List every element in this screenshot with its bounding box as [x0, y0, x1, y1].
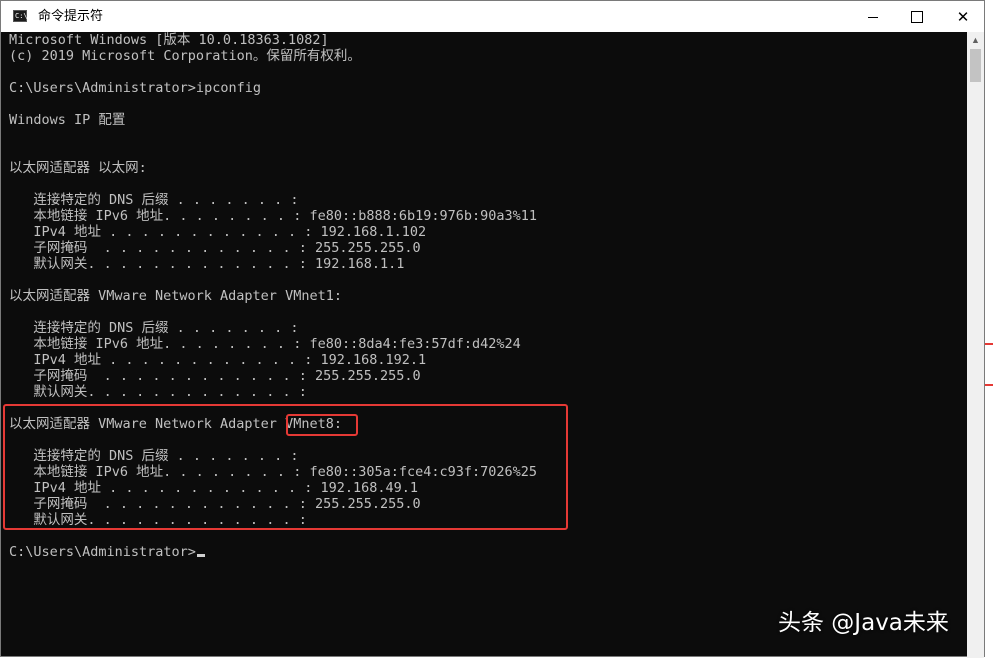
minimize-button[interactable]: [850, 1, 896, 32]
red-marker: [985, 384, 993, 386]
console-line: 子网掩码 . . . . . . . . . . . . : 255.255.2…: [9, 368, 421, 384]
console-output[interactable]: Microsoft Windows [版本 10.0.18363.1082] (…: [1, 32, 967, 658]
prompt-text: C:\Users\Administrator>: [9, 544, 196, 560]
command-prompt-window: C:\ 命令提示符 ✕ Microsoft Windows [版本 10.0.1…: [0, 0, 985, 658]
console-line: IPv4 地址 . . . . . . . . . . . . : 192.16…: [9, 224, 427, 240]
vertical-scrollbar[interactable]: ▲: [967, 32, 984, 658]
console-line: C:\Users\Administrator>ipconfig: [9, 80, 261, 96]
vmnet8-name-highlight: [286, 414, 358, 436]
console-line: 连接特定的 DNS 后缀 . . . . . . . :: [9, 192, 299, 208]
console-line: 子网掩码 . . . . . . . . . . . . : 255.255.2…: [9, 240, 421, 256]
scroll-thumb[interactable]: [970, 49, 981, 82]
console-line: 本地链接 IPv6 地址. . . . . . . . : fe80::b888…: [9, 208, 538, 224]
window-title: 命令提示符: [38, 9, 104, 24]
console-line: 本地链接 IPv6 地址. . . . . . . . : fe80::8da4…: [9, 336, 521, 352]
close-icon: ✕: [956, 7, 970, 26]
maximize-button[interactable]: [894, 1, 940, 32]
red-marker: [985, 343, 993, 345]
console-line: 以太网适配器 VMware Network Adapter VMnet1:: [9, 288, 342, 304]
console-line: 连接特定的 DNS 后缀 . . . . . . . :: [9, 320, 299, 336]
text-cursor: [196, 554, 205, 557]
console-line: 默认网关. . . . . . . . . . . . . :: [9, 384, 307, 400]
console-line: (c) 2019 Microsoft Corporation。保留所有权利。: [9, 48, 361, 64]
watermark: 头条 @Java未来: [778, 610, 949, 636]
maximize-icon: [911, 10, 923, 23]
close-button[interactable]: ✕: [940, 1, 986, 32]
scroll-up-arrow-icon[interactable]: ▲: [967, 32, 984, 49]
title-bar[interactable]: C:\ 命令提示符 ✕: [1, 1, 984, 32]
console-app-icon: C:\: [13, 10, 28, 22]
console-line: 以太网适配器 以太网:: [9, 160, 147, 176]
console-line: IPv4 地址 . . . . . . . . . . . . : 192.16…: [9, 352, 427, 368]
console-line: 默认网关. . . . . . . . . . . . . : 192.168.…: [9, 256, 405, 272]
minimize-icon: [868, 17, 878, 18]
prompt-line[interactable]: C:\Users\Administrator>: [9, 544, 205, 560]
console-line: Windows IP 配置: [9, 112, 126, 128]
console-line: Microsoft Windows [版本 10.0.18363.1082]: [9, 32, 329, 48]
